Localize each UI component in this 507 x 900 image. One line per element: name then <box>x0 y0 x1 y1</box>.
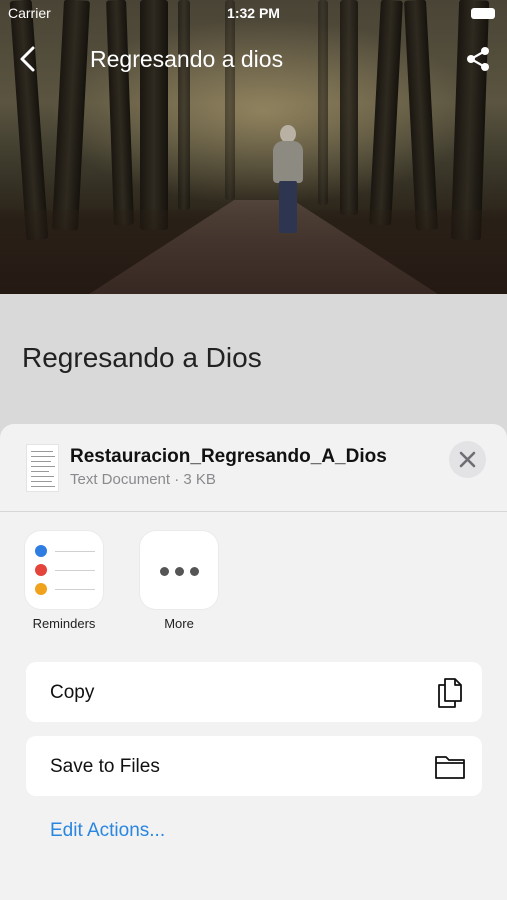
person-walking <box>268 125 308 240</box>
reminder-dot <box>35 583 47 595</box>
copy-action[interactable]: Copy <box>26 662 482 722</box>
chevron-left-icon[interactable] <box>14 44 44 74</box>
file-meta: Text Document · 3 KB <box>70 471 216 488</box>
share-sheet: Restauracion_Regresando_A_Dios Text Docu… <box>0 424 507 900</box>
reminders-label: Reminders <box>32 616 96 631</box>
reminder-dot <box>35 564 47 576</box>
share-sheet-header: Restauracion_Regresando_A_Dios Text Docu… <box>0 424 507 512</box>
more-apps-button[interactable] <box>140 531 218 609</box>
battery-icon <box>471 8 495 19</box>
copy-icon <box>434 675 466 709</box>
copy-label: Copy <box>50 682 95 703</box>
status-time: 1:32 PM <box>227 5 280 21</box>
close-icon <box>459 451 476 468</box>
folder-icon <box>434 749 466 783</box>
share-icon[interactable] <box>463 44 493 74</box>
more-label: More <box>164 616 194 631</box>
status-bar: Carrier 1:32 PM <box>0 0 507 26</box>
reminders-app-button[interactable] <box>25 531 103 609</box>
close-button[interactable] <box>449 441 486 478</box>
header-photo: Carrier 1:32 PM Regresando a dios <box>0 0 507 294</box>
file-name: Restauracion_Regresando_A_Dios <box>70 446 387 467</box>
document-thumbnail <box>26 444 59 492</box>
page-title: Regresando a Dios <box>22 342 262 373</box>
save-to-files-action[interactable]: Save to Files <box>26 736 482 796</box>
save-to-files-label: Save to Files <box>50 756 160 777</box>
edit-actions-link[interactable]: Edit Actions... <box>50 820 165 842</box>
nav-bar: Regresando a dios <box>0 38 507 82</box>
reminder-dot <box>35 545 47 557</box>
nav-title: Regresando a dios <box>90 46 284 72</box>
